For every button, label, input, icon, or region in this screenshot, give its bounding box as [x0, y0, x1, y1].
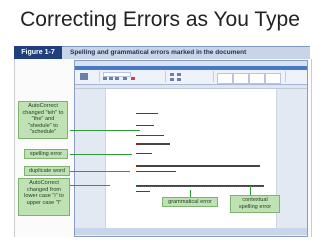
callout-autocorrect-case: AutoCorrect changed from lower case "i" … [18, 178, 70, 216]
paste-icon [80, 73, 88, 80]
callout-contextual-spelling: contextual spelling error [230, 195, 280, 213]
doc-line-address [136, 135, 164, 136]
bullets-icon [170, 73, 174, 76]
style-heading-2 [265, 73, 281, 84]
style-normal [217, 73, 233, 84]
figure-caption: Spelling and grammatical errors marked i… [70, 49, 247, 56]
callout-duplicate-word: duplicate word [24, 166, 70, 176]
connector-autocorrect-case [70, 185, 110, 186]
style-no-spacing [233, 73, 249, 84]
ribbon-group-clipboard [77, 71, 100, 82]
doc-line-salutation [136, 153, 152, 154]
connector-duplicate [70, 171, 130, 172]
doc-line-city [136, 143, 170, 145]
doc-line-body-4 [136, 191, 150, 192]
slide-title: Correcting Errors as You Type [20, 8, 300, 31]
callout-grammatical-error: grammatical error [162, 197, 218, 207]
doc-line-name [136, 125, 154, 126]
ribbon [75, 70, 307, 85]
connector-spelling [70, 154, 132, 155]
ribbon-group-font [101, 71, 166, 82]
figure-number: Figure 1-7 [14, 46, 62, 59]
doc-line-body-2 [136, 171, 176, 172]
doc-line-date [136, 113, 158, 114]
doc-line-body-3 [136, 185, 264, 187]
ribbon-group-paragraph [167, 71, 214, 82]
status-bar [75, 228, 307, 235]
doc-line-body-1 [136, 165, 260, 167]
callout-spelling-error: spelling error [24, 149, 68, 159]
align-left-icon [170, 78, 174, 81]
underline-icon [115, 77, 119, 80]
ribbon-group-styles [215, 71, 286, 84]
highlight-icon [123, 77, 127, 80]
numbering-icon [177, 73, 181, 76]
italic-icon [109, 77, 113, 80]
callout-autocorrect-teh: AutoCorrect changed "teh" to "the" and "… [18, 101, 68, 139]
align-center-icon [177, 78, 181, 81]
connector-autocorrect-teh [70, 130, 140, 131]
font-color-icon [131, 77, 135, 80]
bold-icon [103, 77, 107, 80]
style-heading-1 [249, 73, 265, 84]
